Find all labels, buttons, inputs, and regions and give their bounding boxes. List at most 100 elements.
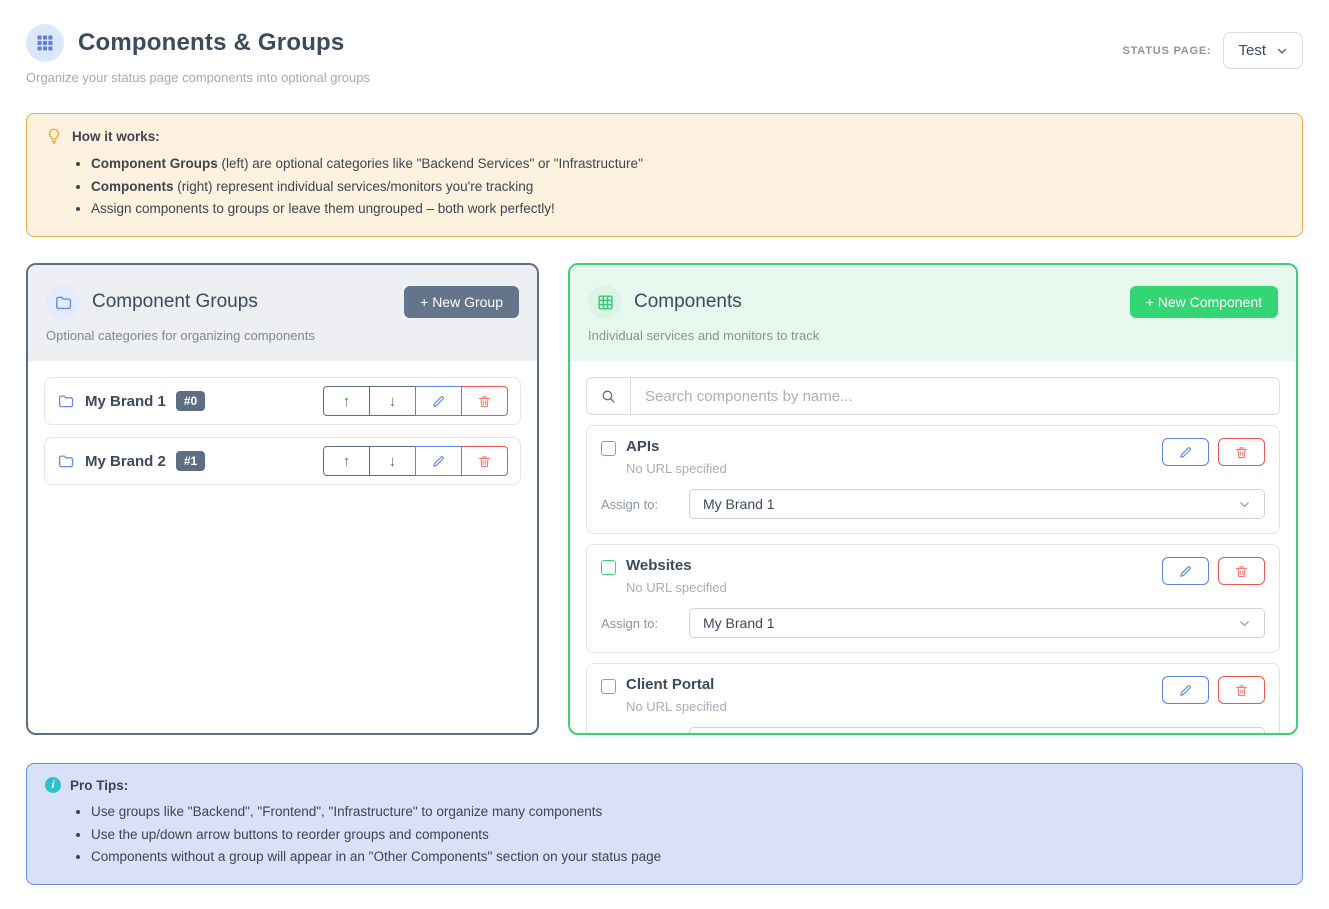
delete-group-button[interactable]: [461, 446, 508, 476]
group-actions: ↑ ↓: [323, 386, 508, 416]
info-icon: i: [45, 777, 61, 793]
status-page-area: STATUS PAGE: Test: [1122, 32, 1303, 69]
chevron-down-icon: [1238, 617, 1251, 630]
move-up-button[interactable]: ↑: [323, 446, 370, 476]
pro-tips-item: Use the up/down arrow buttons to reorder…: [91, 824, 1284, 847]
delete-component-button[interactable]: [1218, 557, 1265, 585]
assign-group-value: My Brand 2: [703, 734, 775, 735]
group-order-badge: #1: [176, 451, 205, 471]
group-order-badge: #0: [176, 391, 205, 411]
folder-icon: [46, 285, 80, 319]
pro-tips-title: Pro Tips:: [70, 778, 128, 793]
edit-component-button[interactable]: [1162, 676, 1209, 704]
component-card: Client Portal No URL specified: [586, 663, 1280, 735]
page-subtitle: Organize your status page components int…: [26, 70, 370, 85]
assign-group-select[interactable]: My Brand 2: [689, 727, 1265, 735]
group-name: My Brand 2: [85, 453, 166, 470]
pencil-icon: [431, 394, 446, 409]
component-url-status: No URL specified: [626, 461, 727, 476]
edit-group-button[interactable]: [415, 446, 462, 476]
delete-component-button[interactable]: [1218, 676, 1265, 704]
pro-tips-item: Components without a group will appear i…: [91, 846, 1284, 869]
pencil-icon: [1178, 564, 1193, 579]
pencil-icon: [1178, 683, 1193, 698]
assign-to-label: Assign to:: [601, 497, 689, 512]
delete-group-button[interactable]: [461, 386, 508, 416]
groups-panel-header: Component Groups + New Group Optional ca…: [28, 265, 537, 361]
move-up-button[interactable]: ↑: [323, 386, 370, 416]
components-panel: Components + New Component Individual se…: [568, 263, 1298, 735]
components-panel-header: Components + New Component Individual se…: [570, 265, 1296, 361]
folder-icon: [57, 392, 75, 410]
assign-group-select[interactable]: My Brand 1: [689, 489, 1265, 519]
status-page-select-value: Test: [1238, 42, 1266, 59]
trash-icon: [1234, 564, 1249, 579]
how-it-works-callout: How it works: Component Groups (left) ar…: [26, 113, 1303, 237]
how-it-works-title: How it works:: [72, 129, 160, 144]
pencil-icon: [431, 454, 446, 469]
search-icon: [586, 377, 630, 415]
groups-panel-title: Component Groups: [92, 291, 258, 313]
component-name: APIs: [626, 438, 727, 455]
group-actions: ↑ ↓: [323, 446, 508, 476]
edit-component-button[interactable]: [1162, 438, 1209, 466]
component-name: Websites: [626, 557, 727, 574]
page-header-left: Components & Groups Organize your status…: [26, 24, 370, 85]
assign-to-label: Assign to:: [601, 735, 689, 736]
chevron-down-icon: [1276, 45, 1288, 57]
how-it-works-item: Component Groups (left) are optional cat…: [91, 153, 1284, 176]
page-header: Components & Groups Organize your status…: [26, 24, 1303, 85]
trash-icon: [477, 454, 492, 469]
components-list: APIs No URL specified: [570, 361, 1296, 735]
components-groups-page: Components & Groups Organize your status…: [0, 0, 1329, 909]
component-url-status: No URL specified: [626, 699, 727, 714]
status-page-label: STATUS PAGE:: [1122, 45, 1211, 57]
trash-icon: [1234, 445, 1249, 460]
new-component-button[interactable]: + New Component: [1130, 286, 1278, 318]
pencil-icon: [1178, 445, 1193, 460]
components-panel-subtitle: Individual services and monitors to trac…: [588, 328, 1278, 343]
trash-icon: [1234, 683, 1249, 698]
groups-list: My Brand 1 #0 ↑ ↓: [28, 361, 537, 513]
search-input[interactable]: [630, 377, 1280, 415]
component-checkbox[interactable]: [601, 560, 616, 575]
how-it-works-item: Components (right) represent individual …: [91, 176, 1284, 199]
how-it-works-list: Component Groups (left) are optional cat…: [91, 153, 1284, 221]
assign-group-select[interactable]: My Brand 1: [689, 608, 1265, 638]
trash-icon: [477, 394, 492, 409]
new-group-button[interactable]: + New Group: [404, 286, 519, 318]
assign-group-value: My Brand 1: [703, 615, 775, 631]
panels-row: Component Groups + New Group Optional ca…: [26, 263, 1303, 735]
delete-component-button[interactable]: [1218, 438, 1265, 466]
component-url-status: No URL specified: [626, 580, 727, 595]
pro-tips-list: Use groups like "Backend", "Frontend", "…: [91, 801, 1284, 869]
component-checkbox[interactable]: [601, 679, 616, 694]
move-down-button[interactable]: ↓: [369, 446, 416, 476]
folder-icon: [57, 452, 75, 470]
group-row: My Brand 2 #1 ↑ ↓: [44, 437, 521, 485]
assign-to-label: Assign to:: [601, 616, 689, 631]
how-it-works-item: Assign components to groups or leave the…: [91, 198, 1284, 221]
status-page-select[interactable]: Test: [1223, 32, 1303, 69]
group-name: My Brand 1: [85, 393, 166, 410]
components-grid-icon: [26, 24, 64, 62]
lightbulb-icon: [45, 127, 63, 145]
groups-panel-subtitle: Optional categories for organizing compo…: [46, 328, 519, 343]
page-title: Components & Groups: [78, 29, 344, 57]
components-panel-title: Components: [634, 291, 742, 313]
move-down-button[interactable]: ↓: [369, 386, 416, 416]
chevron-down-icon: [1238, 498, 1251, 511]
component-search: [586, 377, 1280, 415]
edit-component-button[interactable]: [1162, 557, 1209, 585]
assign-group-value: My Brand 1: [703, 496, 775, 512]
group-row: My Brand 1 #0 ↑ ↓: [44, 377, 521, 425]
pro-tips-callout: i Pro Tips: Use groups like "Backend", "…: [26, 763, 1303, 885]
edit-group-button[interactable]: [415, 386, 462, 416]
pro-tips-item: Use groups like "Backend", "Frontend", "…: [91, 801, 1284, 824]
component-groups-panel: Component Groups + New Group Optional ca…: [26, 263, 539, 735]
component-checkbox[interactable]: [601, 441, 616, 456]
component-name: Client Portal: [626, 676, 727, 693]
component-card: Websites No URL specified: [586, 544, 1280, 653]
component-card: APIs No URL specified: [586, 425, 1280, 534]
table-grid-icon: [588, 285, 622, 319]
